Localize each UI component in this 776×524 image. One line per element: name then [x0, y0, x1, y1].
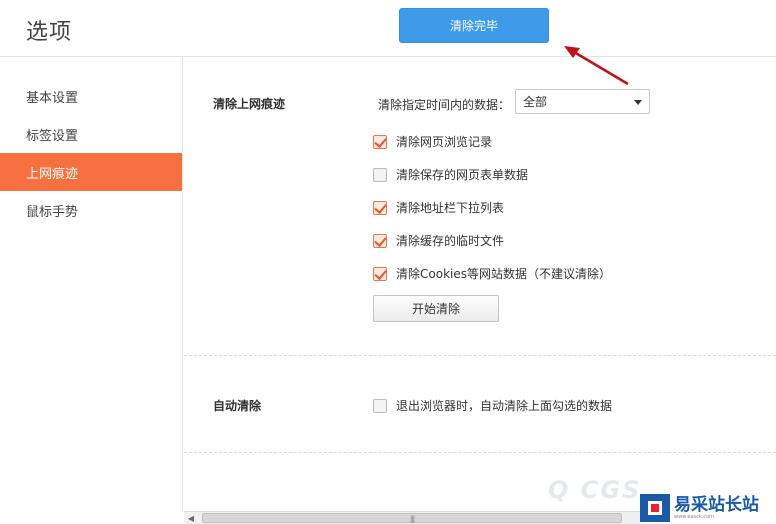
check-icon[interactable] — [373, 233, 387, 248]
option-clear-cache[interactable]: 清除缓存的临时文件 — [373, 232, 504, 249]
scroll-thumb[interactable]: ||| — [202, 513, 622, 523]
grip-icon: ||| — [410, 515, 415, 523]
sidebar-item-browsing-traces[interactable]: 上网痕迹 — [0, 153, 182, 191]
option-label: 退出浏览器时，自动清除上面勾选的数据 — [396, 399, 613, 413]
auto-clear-title: 自动清除 — [213, 399, 262, 413]
option-clear-cookies[interactable]: 清除Cookies等网站数据（不建议清除） — [373, 265, 611, 282]
option-clear-address-bar[interactable]: 清除地址栏下拉列表 — [373, 199, 504, 216]
option-clear-history[interactable]: 清除网页浏览记录 — [373, 133, 492, 150]
horizontal-scrollbar[interactable]: ◀ ||| — [184, 511, 642, 524]
time-range-label: 清除指定时间内的数据： — [378, 98, 511, 112]
watermark-logo-icon — [640, 494, 670, 522]
option-label: 清除地址栏下拉列表 — [396, 201, 505, 215]
watermark-faint-text: Q CGS — [548, 476, 642, 504]
caret-down-icon — [634, 100, 642, 105]
check-icon[interactable] — [373, 200, 387, 215]
time-range-select[interactable]: 全部 — [515, 89, 650, 114]
option-label: 清除保存的网页表单数据 — [396, 168, 529, 182]
sidebar-nav: 基本设置 标签设置 上网痕迹 鼠标手势 — [0, 57, 182, 229]
option-label: 清除Cookies等网站数据（不建议清除） — [396, 267, 611, 281]
start-clear-button[interactable]: 开始清除 — [373, 295, 499, 322]
section-divider — [184, 355, 776, 356]
clear-done-button[interactable]: 清除完毕 — [399, 8, 549, 43]
checkbox[interactable] — [373, 398, 387, 413]
header: 选项 清除完毕 — [0, 0, 776, 57]
page-title: 选项 — [26, 20, 73, 45]
watermark-text: 易采站长站 www.easck.com — [674, 494, 759, 520]
check-icon[interactable] — [373, 266, 387, 281]
sidebar-item-tab-settings[interactable]: 标签设置 — [0, 115, 182, 153]
time-range-value: 全部 — [523, 95, 548, 109]
option-clear-form-data[interactable]: 清除保存的网页表单数据 — [373, 166, 528, 183]
section-divider — [184, 452, 776, 453]
sidebar: 基本设置 标签设置 上网痕迹 鼠标手势 — [0, 57, 183, 511]
option-label: 清除缓存的临时文件 — [396, 234, 505, 248]
watermark-sub-text: www.easck.com — [674, 513, 715, 520]
watermark-main-text: 易采站长站 — [674, 494, 759, 515]
checkbox[interactable] — [373, 167, 387, 182]
clear-history-title: 清除上网痕迹 — [213, 97, 286, 111]
check-icon[interactable] — [373, 134, 387, 149]
sidebar-item-basic-settings[interactable]: 基本设置 — [0, 77, 182, 115]
scroll-left-icon[interactable]: ◀ — [184, 512, 198, 524]
option-label: 清除网页浏览记录 — [396, 135, 493, 149]
option-auto-clear-on-exit[interactable]: 退出浏览器时，自动清除上面勾选的数据 — [373, 397, 612, 414]
sidebar-item-mouse-gestures[interactable]: 鼠标手势 — [0, 191, 182, 229]
watermark: 易采站长站 www.easck.com — [640, 492, 776, 524]
main-content: 清除上网痕迹 清除指定时间内的数据： 全部 清除网页浏览记录 清除保存的网页表单… — [184, 57, 776, 511]
